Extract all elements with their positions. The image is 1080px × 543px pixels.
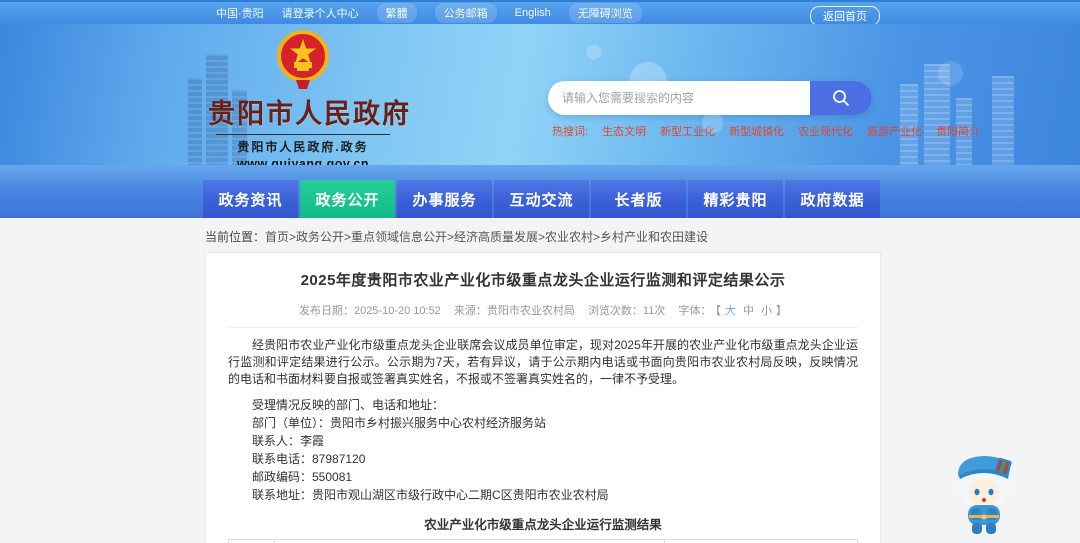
topbar-item-accessibility[interactable]: 无障碍浏览 xyxy=(568,3,642,23)
home-button[interactable]: 返回首页 xyxy=(810,6,880,26)
content-area: 当前位置：首页>政务公开>重点领域信息公开>经济高质量发展>农业农村>乡村产业和… xyxy=(0,218,1080,543)
title-divider xyxy=(216,134,390,135)
topbar-item-region[interactable]: 中国·贵阳 xyxy=(216,5,264,21)
site-title: 贵阳市人民政府 xyxy=(208,99,411,129)
topbar-links: 中国·贵阳 请登录个人中心 繁體 公务邮箱 English 无障碍浏览 xyxy=(216,3,642,23)
hot-word[interactable]: 生态文明 xyxy=(602,123,646,139)
breadcrumb-path[interactable]: 首页>政务公开>重点领域信息公开>经济高质量发展>农业农村>乡村产业和农田建设 xyxy=(265,230,708,244)
bracket: 】 xyxy=(776,305,788,317)
topbar-item-mailbox[interactable]: 公务邮箱 xyxy=(434,3,497,23)
article-card: 2025年度贵阳市农业产业化市级重点龙头企业运行监测和评定结果公示 发布日期：2… xyxy=(205,252,881,543)
contact-phone: 联系电话：87987120 xyxy=(252,452,366,466)
nav-buttons: 政务资讯 政务公开 办事服务 互动交流 长者版 精彩贵阳 政府数据 xyxy=(203,180,880,218)
hot-word[interactable]: 新型城镇化 xyxy=(729,123,784,139)
site-logo[interactable]: 贵阳市人民政府 贵阳市人民政府.政务 www.guiyang.gov.cn xyxy=(208,29,411,171)
nav-item-services[interactable]: 办事服务 xyxy=(397,180,492,218)
breadcrumb-label: 当前位置： xyxy=(205,230,266,244)
nav-item-highlights[interactable]: 精彩贵阳 xyxy=(688,180,783,218)
topbar-item-traditional[interactable]: 繁體 xyxy=(376,3,417,23)
search-button[interactable] xyxy=(810,81,872,115)
nav-item-data[interactable]: 政府数据 xyxy=(785,180,880,218)
table-header-row: 序号 企业名称 监测结果 xyxy=(228,539,858,543)
contact-department: 部门（单位）：贵阳市乡村振兴服务中心农村经济服务站 xyxy=(252,416,547,430)
header-no: 序号 xyxy=(228,539,275,543)
publish-date: 发布日期：2025-10-20 10:52 xyxy=(298,305,441,317)
article-title: 2025年度贵阳市农业产业化市级重点龙头企业运行监测和评定结果公示 xyxy=(300,272,786,289)
header-banner: 贵阳市人民政府 贵阳市人民政府.政务 www.guiyang.gov.cn 热搜… xyxy=(0,24,1080,189)
article-source: 来源：贵阳市农业农村局 xyxy=(453,305,575,317)
mascot-icon xyxy=(957,456,1012,534)
hot-search-words: 热搜词: 生态文明 新型工业化 新型城镇化 农业现代化 旅游产业化 贵阳简介 xyxy=(552,123,980,139)
breadcrumb: 当前位置：首页>政务公开>重点领域信息公开>经济高质量发展>农业农村>乡村产业和… xyxy=(205,228,708,245)
contact-postcode: 邮政编码：550081 xyxy=(252,470,353,484)
monitoring-result-table: 序号 企业名称 监测结果 1 贵州合力超市采购有限公司 合格 2 贵州友禾种业有… xyxy=(228,539,858,543)
topbar: 中国·贵阳 请登录个人中心 繁體 公务邮箱 English 无障碍浏览 返回首页 xyxy=(0,0,1080,26)
site-subtitle: 贵阳市人民政府.政务 xyxy=(237,140,369,154)
hot-word[interactable]: 新型工业化 xyxy=(660,123,715,139)
font-size-large[interactable]: 大 xyxy=(725,305,736,317)
bracket: 【 xyxy=(715,305,721,317)
national-emblem-icon xyxy=(277,30,329,89)
search-box xyxy=(548,81,872,115)
result-table-title: 农业产业化市级重点龙头企业运行监测结果 xyxy=(424,518,662,532)
hot-words-label: 热搜词: xyxy=(552,126,589,138)
header-company: 企业名称 xyxy=(274,539,665,543)
page: 中国·贵阳 请登录个人中心 繁體 公务邮箱 English 无障碍浏览 返回首页 xyxy=(0,0,1080,543)
article-paragraph: 受理情况反映的部门、电话和地址： xyxy=(252,398,445,412)
view-count: 浏览次数：11次 xyxy=(587,305,666,317)
nav-item-disclosure[interactable]: 政务公开 xyxy=(300,180,395,218)
article-meta: 发布日期：2025-10-20 10:52 来源：贵阳市农业农村局 浏览次数：1… xyxy=(228,302,858,328)
nav-item-interaction[interactable]: 互动交流 xyxy=(494,180,589,218)
hot-word[interactable]: 旅游产业化 xyxy=(867,123,922,139)
mascot[interactable] xyxy=(946,445,1024,537)
nav-item-senior[interactable]: 长者版 xyxy=(591,180,686,218)
search-input[interactable] xyxy=(548,81,810,115)
nav-item-news[interactable]: 政务资讯 xyxy=(203,180,298,218)
contact-address: 联系地址：贵阳市观山湖区市级行政中心二期C区贵阳市农业农村局 xyxy=(252,488,609,502)
hot-word[interactable]: 贵阳简介 xyxy=(936,123,980,139)
header-result: 监测结果 xyxy=(664,539,858,543)
font-size-medium[interactable]: 中 xyxy=(743,305,754,317)
article-paragraph: 经贵阳市农业产业化市级重点龙头企业联席会议成员单位审定，现对2025年开展的农业… xyxy=(228,338,858,386)
font-size-label: 字体： xyxy=(678,305,712,317)
contact-person: 联系人：李霞 xyxy=(252,434,325,448)
hot-word[interactable]: 农业现代化 xyxy=(798,123,853,139)
navbar: 政务资讯 政务公开 办事服务 互动交流 长者版 精彩贵阳 政府数据 xyxy=(0,165,1080,218)
topbar-item-english[interactable]: English xyxy=(515,7,551,19)
search-icon xyxy=(833,90,849,106)
topbar-item-login[interactable]: 请登录个人中心 xyxy=(282,5,359,21)
font-size-small[interactable]: 小 xyxy=(761,305,772,317)
